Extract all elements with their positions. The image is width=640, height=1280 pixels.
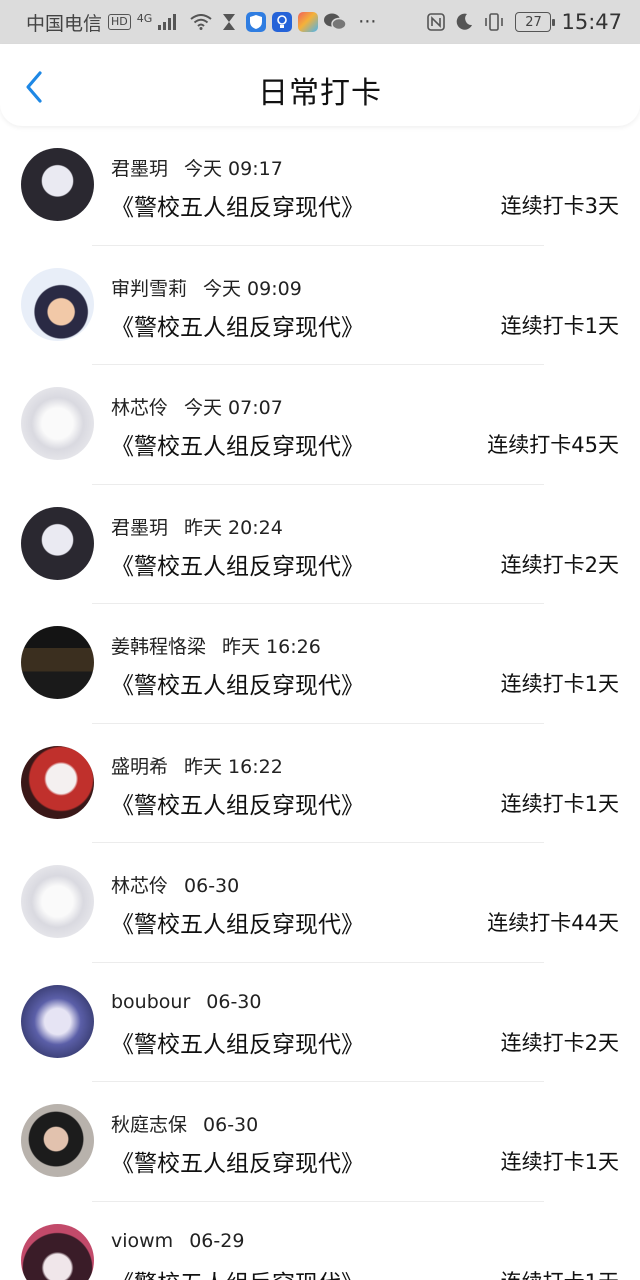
list-item[interactable]: 君墨玥 昨天 20:24 《警校五人组反穿现代》 连续打卡2天 [0,485,640,604]
streak-count: 连续打卡1天 [501,1266,619,1280]
checkin-time: 今天 09:09 [203,277,302,300]
colorful-app-icon [298,12,319,32]
signal-icon [158,14,178,30]
list-item[interactable]: 林芯伶 06-30 《警校五人组反穿现代》 连续打卡44天 [0,843,640,963]
checkin-time: 06-30 [184,875,240,897]
nfc-icon [427,13,446,31]
book-title[interactable]: 《警校五人组反穿现代》 [111,188,364,222]
streak-count: 连续打卡44天 [487,911,619,935]
moon-icon [455,13,473,31]
more-notifications-icon: ··· [358,11,377,33]
clock: 15:47 [561,10,622,34]
streak-count: 连续打卡3天 [500,194,619,218]
avatar[interactable] [21,267,94,341]
user-name[interactable]: 君墨玥 [111,158,168,180]
hourglass-icon [222,13,236,31]
avatar[interactable] [21,984,94,1058]
checkin-time: 昨天 16:22 [184,755,283,778]
avatar[interactable] [21,1223,94,1280]
streak-count: 连续打卡1天 [500,1150,619,1174]
list-item[interactable]: boubour 06-30 《警校五人组反穿现代》 连续打卡2天 [0,963,640,1082]
list-item[interactable]: 审判雪莉 今天 09:09 《警校五人组反穿现代》 连续打卡1天 [0,246,640,365]
book-title[interactable]: 《警校五人组反穿现代》 [111,905,364,939]
checkin-time: 今天 09:17 [184,158,283,180]
list-item[interactable]: 姜韩程恪梁 昨天 16:26 《警校五人组反穿现代》 连续打卡1天 [0,604,640,724]
avatar[interactable] [21,745,94,819]
streak-count: 连续打卡45天 [487,433,619,457]
page-title: 日常打卡 [258,76,382,111]
user-name[interactable]: 林芯伶 [111,397,168,419]
list-item[interactable]: viowm 06-29 《警校五人组反穿现代》 连续打卡1天 [0,1202,640,1280]
avatar[interactable] [21,626,94,699]
book-title[interactable]: 《警校五人组反穿现代》 [111,1025,364,1059]
avatar[interactable] [21,387,94,460]
list-item[interactable]: 林芯伶 今天 07:07 《警校五人组反穿现代》 连续打卡45天 [0,365,640,485]
user-name[interactable]: 君墨玥 [111,517,168,539]
checkin-time: 昨天 16:26 [222,636,321,658]
checkin-time: 06-30 [203,1114,259,1136]
book-title[interactable]: 《警校五人组反穿现代》 [111,547,364,581]
streak-count: 连续打卡1天 [500,313,619,338]
user-name[interactable]: 秋庭志保 [111,1114,187,1136]
book-title[interactable]: 《警校五人组反穿现代》 [111,666,364,700]
user-name[interactable]: 盛明希 [111,756,168,778]
status-bar: 中国电信 HD 4G ··· 27 15:47 [0,0,640,44]
bulb-app-icon [272,12,293,32]
streak-count: 连续打卡2天 [500,1030,619,1055]
network-label: 4G [136,11,153,25]
user-name[interactable]: 审判雪莉 [111,278,187,300]
hd-badge: HD [108,14,131,30]
book-title[interactable]: 《警校五人组反穿现代》 [111,1144,364,1178]
checkin-time: 06-30 [206,990,262,1013]
avatar[interactable] [21,1104,94,1177]
user-name[interactable]: 林芯伶 [111,875,168,897]
book-title[interactable]: 《警校五人组反穿现代》 [111,786,364,820]
navigation-bar: 日常打卡 [0,44,640,126]
vibrate-icon [483,13,505,31]
streak-count: 连续打卡1天 [500,791,619,816]
checkin-list: 君墨玥 今天 09:17 《警校五人组反穿现代》 连续打卡3天 审判雪莉 今天 09… [0,126,640,1280]
checkin-time: 06-29 [189,1229,245,1252]
list-item[interactable]: 秋庭志保 06-30 《警校五人组反穿现代》 连续打卡1天 [0,1082,640,1202]
list-item[interactable]: 盛明希 昨天 16:22 《警校五人组反穿现代》 连续打卡1天 [0,724,640,843]
avatar[interactable] [21,148,94,221]
book-title[interactable]: 《警校五人组反穿现代》 [111,1264,364,1280]
shield-app-icon [246,12,267,32]
user-name[interactable]: 姜韩程恪梁 [111,636,206,658]
streak-count: 连续打卡2天 [500,552,619,577]
book-title[interactable]: 《警校五人组反穿现代》 [111,427,364,461]
wifi-icon [190,14,212,30]
user-name[interactable]: viowm [111,1230,173,1252]
avatar[interactable] [21,506,94,580]
book-title[interactable]: 《警校五人组反穿现代》 [111,308,364,342]
checkin-time: 昨天 20:24 [184,516,283,539]
wechat-icon [324,13,347,31]
avatar[interactable] [21,865,94,938]
streak-count: 连续打卡1天 [500,672,619,696]
user-name[interactable]: boubour [111,991,190,1013]
checkin-time: 今天 07:07 [184,397,283,419]
battery-icon: 27 [515,12,556,32]
list-item[interactable]: 君墨玥 今天 09:17 《警校五人组反穿现代》 连续打卡3天 [0,126,640,246]
carrier-label: 中国电信 [26,12,103,35]
